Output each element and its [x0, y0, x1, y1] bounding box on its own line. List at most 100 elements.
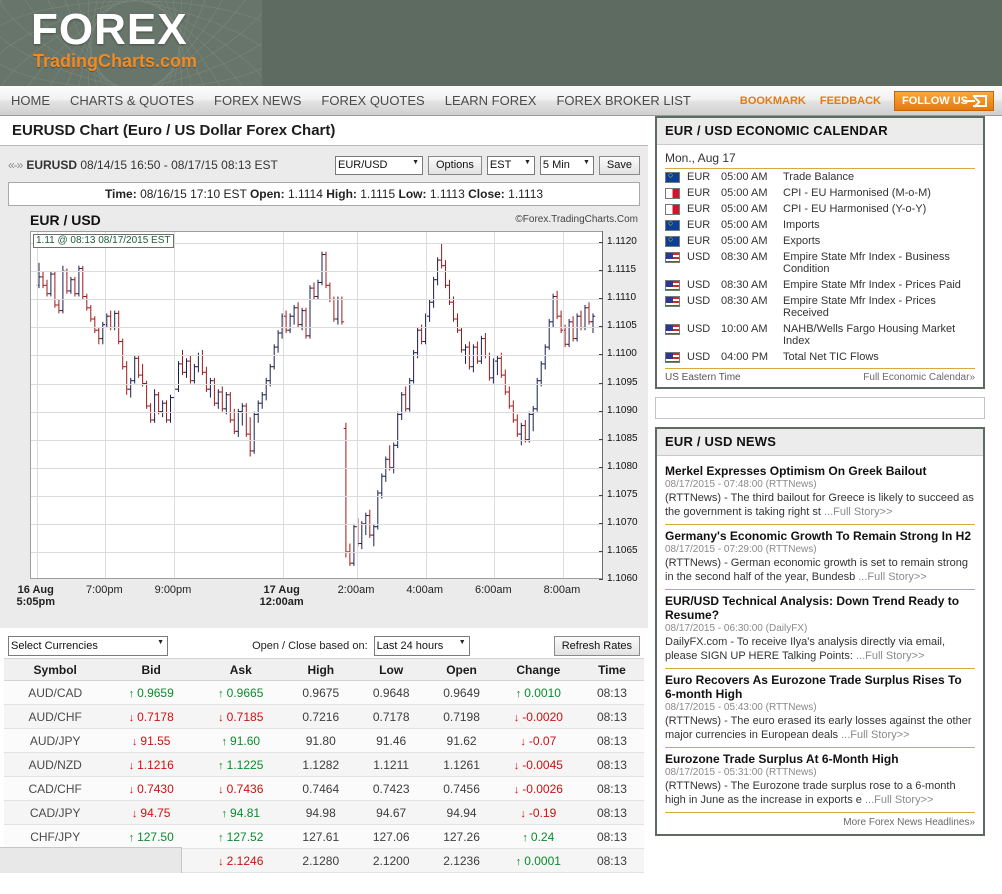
news-item-title[interactable]: Euro Recovers As Eurozone Trade Surplus … [665, 673, 975, 701]
currency-pair-select[interactable]: EUR/USD [335, 155, 423, 175]
full-story-link[interactable]: ...Full Story>> [824, 506, 892, 518]
full-story-link[interactable]: ...Full Story>> [858, 571, 926, 583]
calendar-currency: USD [687, 323, 711, 335]
follow-us-button[interactable]: FOLLOW US [894, 90, 994, 111]
quotes-toolbar: Select Currencies Open / Close based on:… [4, 634, 644, 658]
news-item-title[interactable]: Merkel Expresses Optimism On Greek Bailo… [665, 464, 975, 478]
logo-panel[interactable]: FOREX TradingCharts.com [0, 0, 262, 86]
save-button[interactable]: Save [598, 155, 640, 175]
cell-ask: ↓ 0.7436 [195, 776, 286, 801]
news-item-title[interactable]: Eurozone Trade Surplus At 6-Month High [665, 752, 975, 766]
cell-high: 0.9675 [285, 680, 356, 705]
chart-symbol: EURUSD [26, 158, 78, 172]
grid-line-horizontal [31, 495, 602, 497]
interval-select[interactable]: 5 Min [539, 155, 594, 175]
news-item-title[interactable]: EUR/USD Technical Analysis: Down Trend R… [665, 594, 975, 622]
calendar-flag-cell [665, 233, 687, 249]
full-story-link[interactable]: ...Full Story>> [865, 794, 933, 806]
calendar-time: 05:00 AM [721, 235, 768, 247]
news-item[interactable]: Germany's Economic Growth To Remain Stro… [665, 525, 975, 590]
arrow-up-icon: ↑ [221, 807, 228, 820]
chart-block: «-» EURUSD 08/14/15 16:50 - 08/17/15 08:… [0, 146, 648, 628]
full-story-link[interactable]: ...Full Story>> [841, 729, 909, 741]
cell-low: 2.1200 [355, 848, 427, 873]
news-item[interactable]: Merkel Expresses Optimism On Greek Bailo… [665, 460, 975, 525]
calendar-row[interactable]: EUR 05:00 AM Trade Balance [665, 169, 975, 185]
chart-plot[interactable]: 1.11 @ 08:13 08/17/2015 EST [30, 231, 602, 579]
x-axis-tick: 2:00am [337, 584, 375, 596]
symbol-nav-arrows[interactable]: «-» [8, 158, 23, 172]
options-button[interactable]: Options [428, 155, 482, 175]
calendar-event: Trade Balance [783, 171, 855, 183]
calendar-row[interactable]: USD 10:00 AM NAHB/Wells Fargo Housing Mark… [665, 321, 975, 349]
table-row[interactable]: CAD/JPY ↓ 94.75 ↑ 94.81 94.98 94.67 94.94 ↓ -0.19… [4, 800, 644, 825]
refresh-rates-button[interactable]: Refresh Rates [553, 636, 641, 656]
calendar-currency: USD [687, 251, 711, 263]
col-symbol[interactable]: Symbol [4, 658, 107, 681]
table-row[interactable]: AUD/NZD ↓ 1.1216 ↑ 1.1225 1.1282 1.1211 1.1261 ↓… [4, 752, 644, 777]
news-item-meta: 08/17/2015 - 07:29:00 (RTTNews) [665, 544, 817, 555]
timezone-select[interactable]: EST [486, 155, 535, 175]
full-economic-calendar-link[interactable]: Full Economic Calendar» [863, 372, 975, 383]
news-body: Merkel Expresses Optimism On Greek Bailo… [657, 456, 983, 834]
news-item-summary: (RTTNews) - The third bailout for Greece… [665, 492, 974, 518]
nav-item-learn-forex[interactable]: LEARN FOREX [435, 93, 547, 108]
interval-select-wrap: 5 Min [539, 155, 594, 175]
calendar-row[interactable]: EUR 05:00 AM Imports [665, 217, 975, 233]
feedback-link[interactable]: FEEDBACK [813, 95, 888, 107]
table-row[interactable]: CAD/CHF ↓ 0.7430 ↓ 0.7436 0.7464 0.7423 0.7456 ↓… [4, 776, 644, 801]
period-select[interactable]: Last 24 hours [373, 636, 470, 656]
bookmark-link[interactable]: BOOKMARK [733, 95, 813, 107]
table-row[interactable]: AUD/JPY ↓ 91.55 ↑ 91.60 91.80 91.46 91.62 ↓ -0.07… [4, 728, 644, 753]
news-item-summary: (RTTNews) - The Eurozone trade surplus r… [665, 780, 956, 806]
nav-item-forex-broker-list[interactable]: FOREX BROKER LIST [546, 93, 700, 108]
col-ask[interactable]: Ask [195, 658, 286, 681]
table-row[interactable]: AUD/CHF ↓ 0.7178 ↓ 0.7185 0.7216 0.7178 0.7198 ↓… [4, 704, 644, 729]
news-item-title[interactable]: Germany's Economic Growth To Remain Stro… [665, 529, 975, 543]
nav-item-charts-quotes[interactable]: CHARTS & QUOTES [60, 93, 204, 108]
calendar-flag-cell [665, 249, 687, 277]
calendar-row[interactable]: USD 08:30 AM Empire State Mfr Index - Pric… [665, 277, 975, 293]
calendar-row[interactable]: USD 08:30 AM Empire State Mfr Index - Busi… [665, 249, 975, 277]
cell-symbol: CAD/JPY [4, 800, 107, 825]
col-open[interactable]: Open [426, 658, 497, 681]
table-row[interactable]: AUD/CAD ↑ 0.9659 ↑ 0.9665 0.9675 0.9648 0.9649 ↑… [4, 680, 644, 705]
calendar-table: EUR 05:00 AM Trade Balance EUR 05:00 AM CPI -… [665, 169, 975, 365]
browser-status-overlay [0, 847, 182, 873]
col-bid[interactable]: Bid [106, 658, 196, 681]
calendar-flag-cell [665, 293, 687, 321]
select-currencies-dropdown[interactable]: Select Currencies [8, 636, 168, 656]
calendar-event: Exports [783, 235, 821, 247]
calendar-row[interactable]: EUR 05:00 AM Exports [665, 233, 975, 249]
chart-area[interactable]: EUR / USD ©Forex.TradingCharts.Com 1.11 … [8, 212, 640, 624]
col-time[interactable]: Time [579, 658, 644, 681]
ohlc-low-label: Low: [398, 187, 427, 201]
news-item[interactable]: Eurozone Trade Surplus At 6-Month High 08… [665, 748, 975, 813]
ohlc-low-value: 1.1113 [429, 187, 465, 201]
news-item[interactable]: Euro Recovers As Eurozone Trade Surplus … [665, 669, 975, 748]
col-high[interactable]: High [285, 658, 356, 681]
calendar-event: Imports [783, 219, 820, 231]
news-item[interactable]: EUR/USD Technical Analysis: Down Trend R… [665, 590, 975, 669]
page-title: EURUSD Chart (Euro / US Dollar Forex Cha… [0, 116, 648, 146]
ohlc-open-value: 1.1114 [287, 187, 323, 201]
cell-open: 1.1261 [426, 752, 497, 777]
calendar-row[interactable]: EUR 05:00 AM CPI - EU Harmonised (Y-o-Y) [665, 201, 975, 217]
full-story-link[interactable]: ...Full Story>> [856, 650, 924, 662]
arrow-down-icon: ↓ [513, 711, 520, 724]
col-change[interactable]: Change [496, 658, 580, 681]
calendar-row[interactable]: USD 08:30 AM Empire State Mfr Index - Pric… [665, 293, 975, 321]
x-axis-tick: 9:00pm [154, 584, 192, 596]
nav-item-forex-quotes[interactable]: FOREX QUOTES [311, 93, 434, 108]
calendar-row[interactable]: USD 04:00 PM Total Net TIC Flows [665, 349, 975, 365]
nav-item-home[interactable]: HOME [0, 93, 60, 108]
cell-low: 127.06 [355, 824, 427, 849]
cell-high: 0.7216 [285, 704, 356, 729]
col-low[interactable]: Low [355, 658, 427, 681]
grid-line-vertical [357, 232, 359, 578]
cell-low: 0.7178 [355, 704, 427, 729]
nav-item-forex-news[interactable]: FOREX NEWS [204, 93, 311, 108]
calendar-row[interactable]: EUR 05:00 AM CPI - EU Harmonised (M-o-M) [665, 185, 975, 201]
table-row[interactable]: CHF/JPY ↑ 127.50 ↑ 127.52 127.61 127.06 127.26 ↑… [4, 824, 644, 849]
more-news-link[interactable]: More Forex News Headlines» [665, 813, 975, 830]
